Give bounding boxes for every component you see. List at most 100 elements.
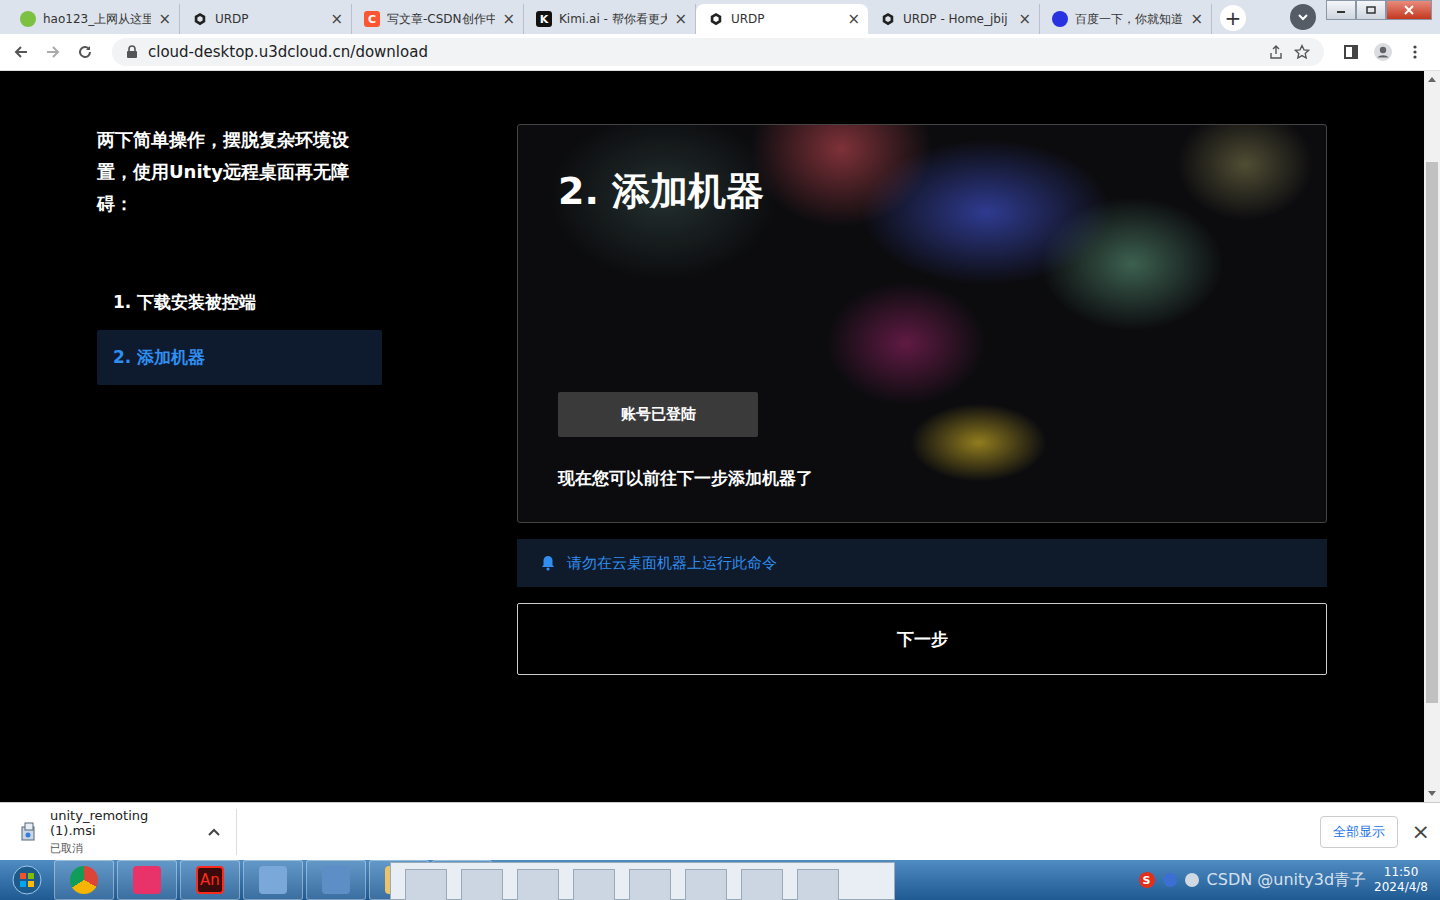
- browser-tab[interactable]: URDP ×: [696, 4, 868, 34]
- ime-icon[interactable]: S: [1139, 872, 1155, 888]
- thumbnail[interactable]: [517, 869, 559, 900]
- intro-text: 两下简单操作，摆脱复杂环境设置，使用Unity远程桌面再无障碍：: [97, 124, 367, 220]
- side-panel-icon: [1343, 44, 1359, 60]
- windows-logo-icon: [12, 865, 42, 895]
- network-icon[interactable]: [1185, 873, 1199, 887]
- thumbnail[interactable]: [741, 869, 783, 900]
- thumbnail[interactable]: [461, 869, 503, 900]
- restore-icon: [1366, 6, 1376, 14]
- toolbar: cloud-desktop.u3dcloud.cn/download: [0, 34, 1440, 71]
- arrow-right-icon: [45, 44, 61, 60]
- step-card: 2. 添加机器 账号已登陆 现在您可以前往下一步添加机器了: [517, 124, 1327, 523]
- help-icon[interactable]: [1163, 873, 1177, 887]
- taskbar-app[interactable]: [54, 860, 114, 900]
- scrollbar[interactable]: [1424, 71, 1440, 802]
- thumbnail[interactable]: [405, 869, 447, 900]
- chevron-down-icon: [1297, 11, 1309, 23]
- unity-logo-icon: [193, 12, 207, 26]
- tab-close[interactable]: ×: [1018, 10, 1031, 28]
- steps-list: 1. 下载安装被控端2. 添加机器: [97, 275, 382, 385]
- share-icon[interactable]: [1268, 44, 1284, 60]
- download-bar: unity_remoting (1).msi 已取消 全部显示 ×: [0, 802, 1440, 860]
- thumbnail[interactable]: [629, 869, 671, 900]
- installer-file-icon: [20, 822, 38, 842]
- clock-date: 2024/4/8: [1374, 880, 1428, 895]
- browser-tab[interactable]: URDP - Home_jbij ×: [868, 4, 1040, 34]
- chevron-up-icon[interactable]: [208, 828, 220, 836]
- next-button[interactable]: 下一步: [517, 603, 1327, 675]
- address-bar[interactable]: cloud-desktop.u3dcloud.cn/download: [112, 38, 1324, 66]
- back-button[interactable]: [8, 39, 34, 65]
- csdn-icon: C: [364, 11, 380, 27]
- unity-icon: [192, 11, 208, 27]
- close-window-button[interactable]: [1386, 0, 1432, 20]
- taskbar-app[interactable]: [117, 860, 177, 900]
- taskbar-app[interactable]: An: [180, 860, 240, 900]
- tab-title: URDP: [731, 12, 840, 26]
- page-viewport: 两下简单操作，摆脱复杂环境设置，使用Unity远程桌面再无障碍： 1. 下载安装…: [0, 71, 1440, 802]
- show-all-button[interactable]: 全部显示: [1320, 816, 1398, 848]
- thumbnail[interactable]: [797, 869, 839, 900]
- thumbnail[interactable]: [685, 869, 727, 900]
- tab-close[interactable]: ×: [158, 10, 171, 28]
- arrow-left-icon: [13, 44, 29, 60]
- scroll-thumb[interactable]: [1426, 162, 1438, 703]
- maximize-button[interactable]: [1356, 0, 1386, 20]
- bell-icon: [541, 555, 555, 571]
- reload-button[interactable]: [72, 39, 98, 65]
- tab-title: hao123_上网从这里: [43, 11, 151, 28]
- taskbar-app[interactable]: [306, 860, 366, 900]
- new-tab-button[interactable]: +: [1220, 5, 1246, 31]
- step-item[interactable]: 2. 添加机器: [97, 330, 382, 385]
- taskbar-thumbnails: [390, 862, 895, 900]
- minimize-button[interactable]: [1326, 0, 1356, 20]
- step-item[interactable]: 1. 下载安装被控端: [97, 275, 382, 330]
- tab-title: URDP: [215, 12, 323, 26]
- unity-icon: [708, 11, 724, 27]
- page: 两下简单操作，摆脱复杂环境设置，使用Unity远程桌面再无障碍： 1. 下载安装…: [0, 71, 1424, 802]
- tab-title: Kimi.ai - 帮你看更大: [559, 11, 667, 28]
- notice-bar: 请勿在云桌面机器上运行此命令: [517, 539, 1327, 587]
- steps-column: 两下简单操作，摆脱复杂环境设置，使用Unity远程桌面再无障碍： 1. 下载安装…: [97, 124, 382, 802]
- profile-icon: [1373, 42, 1393, 62]
- lock-icon: [126, 45, 138, 59]
- profile-button[interactable]: [1370, 39, 1396, 65]
- forward-button[interactable]: [40, 39, 66, 65]
- tab-close[interactable]: ×: [330, 10, 343, 28]
- tab-title: URDP - Home_jbij: [903, 12, 1011, 26]
- notice-text: 请勿在云桌面机器上运行此命令: [567, 554, 777, 573]
- clock-time: 11:50: [1384, 865, 1419, 880]
- close-icon: [1404, 5, 1414, 15]
- reload-icon: [77, 44, 93, 60]
- menu-button[interactable]: [1402, 39, 1428, 65]
- browser-tab[interactable]: 百度一下，你就知道 ×: [1040, 4, 1212, 34]
- browser-tab[interactable]: hao123_上网从这里 ×: [8, 4, 180, 34]
- tab-title: 写文章-CSDN创作中: [387, 11, 495, 28]
- browser-tab[interactable]: K Kimi.ai - 帮你看更大 ×: [524, 4, 696, 34]
- tab-close[interactable]: ×: [847, 10, 860, 28]
- tab-list: hao123_上网从这里 × URDP ×C 写文章-CSDN创作中 ×K Ki…: [0, 4, 1290, 34]
- logged-in-button[interactable]: 账号已登陆: [558, 392, 758, 437]
- tab-close[interactable]: ×: [674, 10, 687, 28]
- kimi-icon: K: [536, 11, 552, 27]
- animate-icon: An: [196, 866, 224, 894]
- star-icon[interactable]: [1294, 44, 1310, 60]
- taskbar-app[interactable]: [243, 860, 303, 900]
- tab-close[interactable]: ×: [1190, 10, 1203, 28]
- tab-close[interactable]: ×: [502, 10, 515, 28]
- chrome-icon: [70, 866, 98, 894]
- start-button[interactable]: [0, 865, 54, 895]
- browser-tab[interactable]: URDP ×: [180, 4, 352, 34]
- close-download-bar[interactable]: ×: [1412, 819, 1430, 844]
- tab-strip: hao123_上网从这里 × URDP ×C 写文章-CSDN创作中 ×K Ki…: [0, 0, 1440, 34]
- download-status: 已取消: [50, 841, 196, 856]
- scroll-up-icon: [1428, 76, 1436, 82]
- side-panel-button[interactable]: [1338, 39, 1364, 65]
- browser-tab[interactable]: C 写文章-CSDN创作中 ×: [352, 4, 524, 34]
- unity-logo-icon: [709, 12, 723, 26]
- tab-search-button[interactable]: [1290, 4, 1316, 30]
- tab-title: 百度一下，你就知道: [1075, 11, 1183, 28]
- clock[interactable]: 11:50 2024/4/8: [1374, 865, 1428, 895]
- download-item[interactable]: unity_remoting (1).msi 已取消: [20, 809, 237, 855]
- thumbnail[interactable]: [573, 869, 615, 900]
